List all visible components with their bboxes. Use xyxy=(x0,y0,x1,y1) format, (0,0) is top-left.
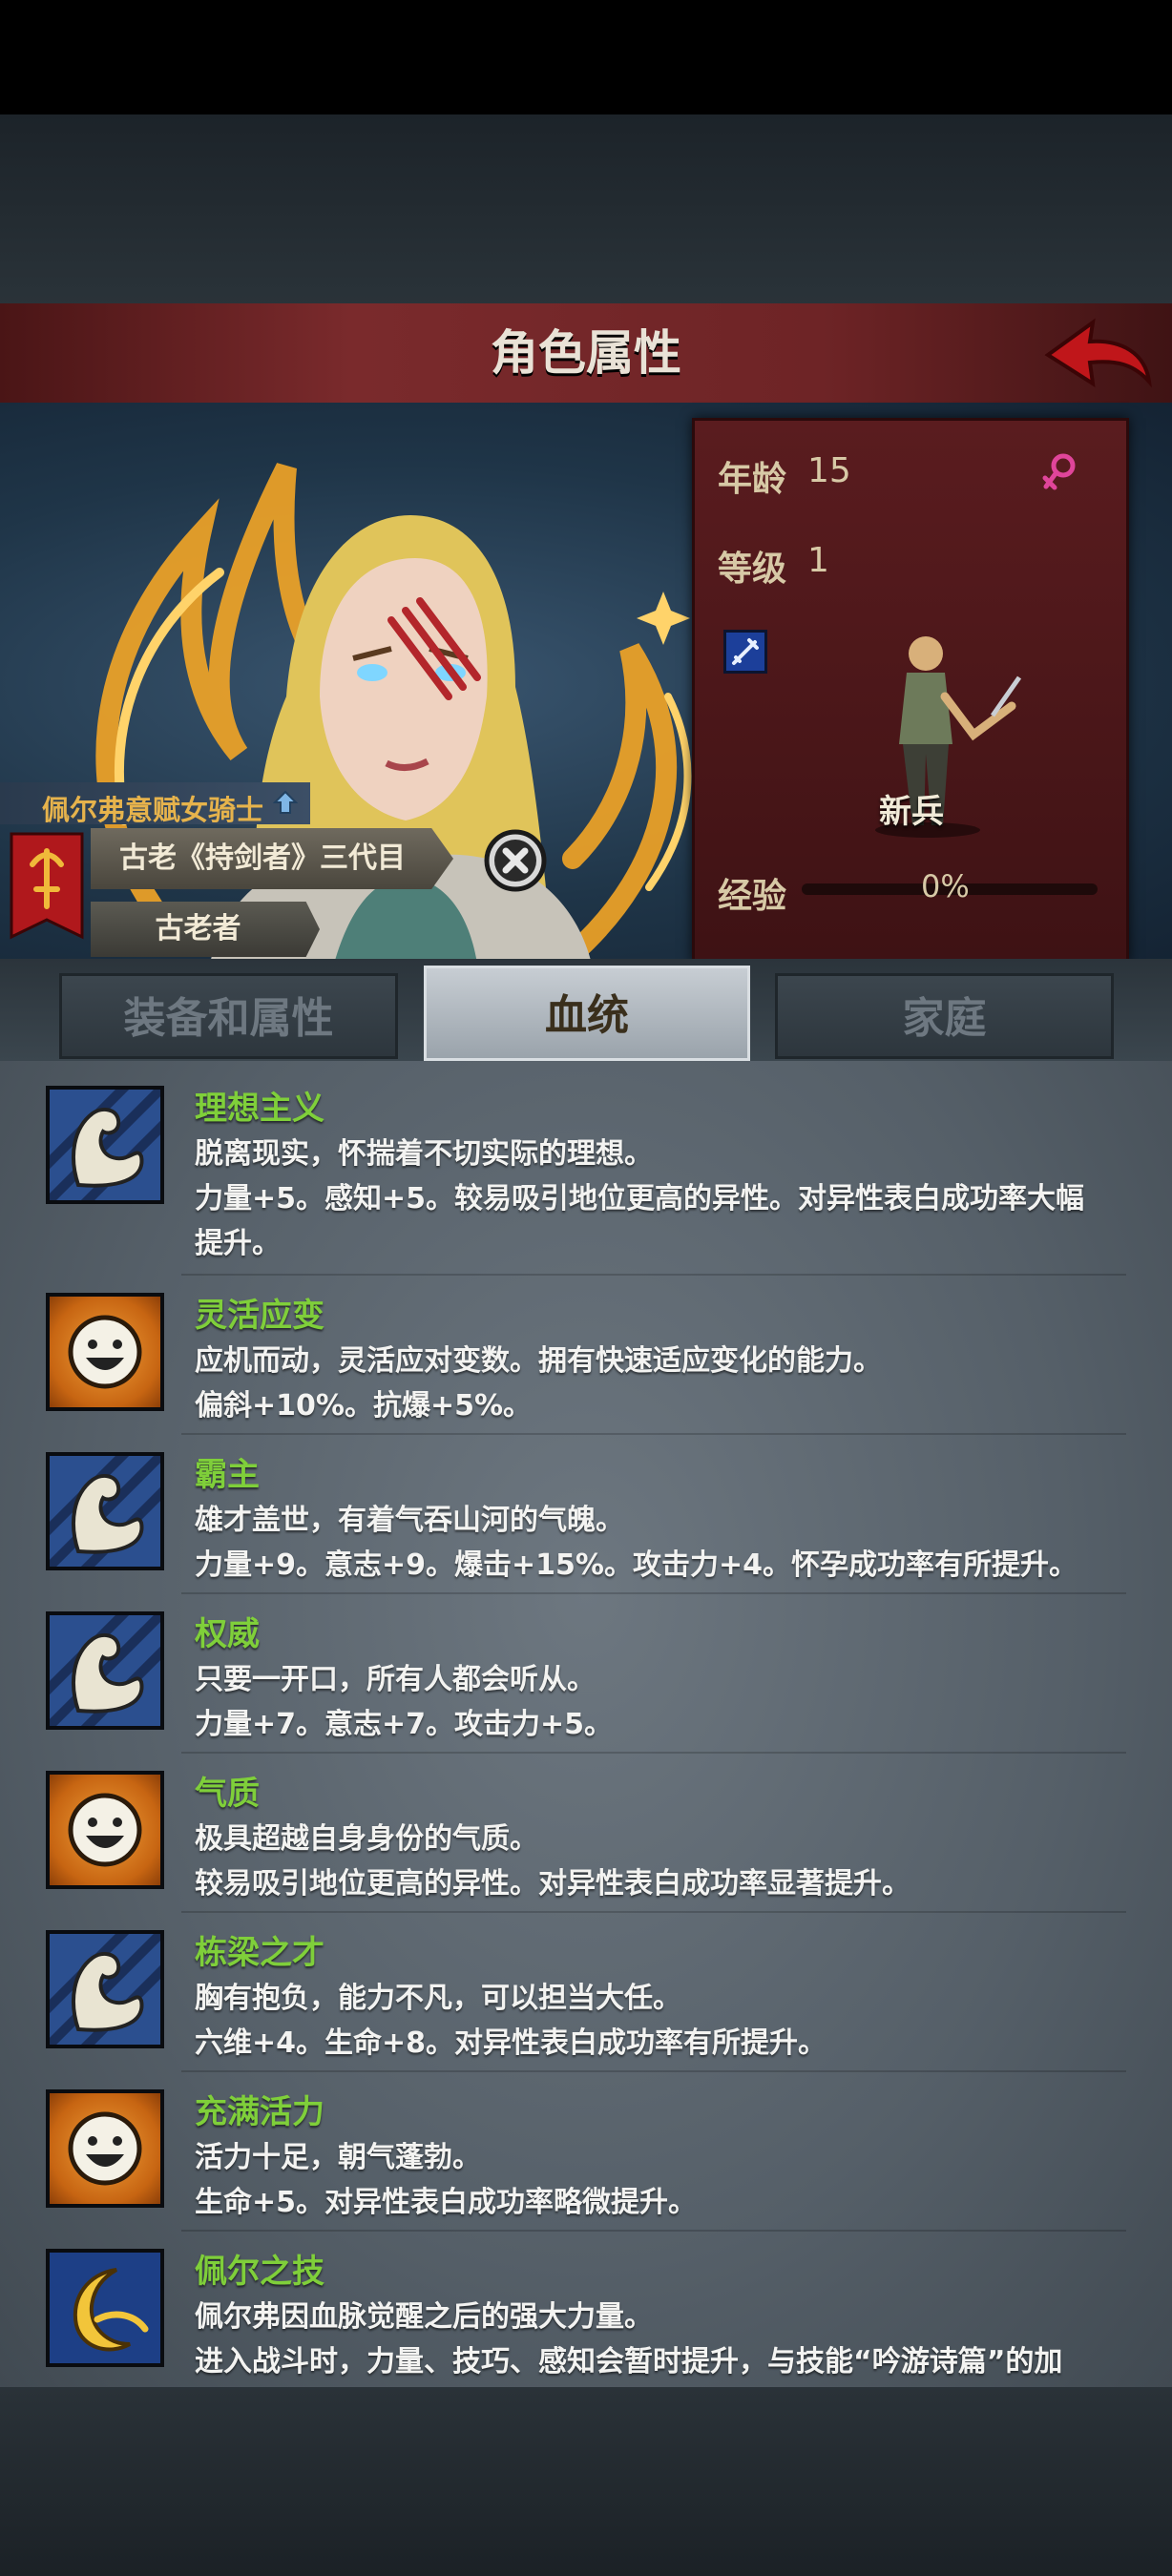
trait-description-line: 提升。 xyxy=(195,1227,281,1260)
bottom-bar xyxy=(0,2387,1172,2576)
female-symbol-icon xyxy=(1042,453,1076,490)
flexed-arm-icon xyxy=(27,1911,183,2067)
character-title: 古老《持剑者》三代目 xyxy=(119,841,406,875)
trait-description-line: 应机而动，灵活应对变数。拥有快速适应变化的能力。 xyxy=(195,1344,882,1378)
trait-divider xyxy=(181,2230,1126,2232)
trait-divider xyxy=(181,1911,1126,1913)
trait-name: 霸主 xyxy=(195,1456,260,1494)
trait-description-line: 雄才盖世，有着气吞山河的气魄。 xyxy=(195,1504,624,1537)
trait-description-line: 力量+7。意志+7。攻击力+5。 xyxy=(195,1708,614,1741)
exp-value: 0% xyxy=(921,868,970,904)
trait-description-line: 胸有抱负，能力不凡，可以担当大任。 xyxy=(195,1982,681,2015)
close-circle-icon[interactable] xyxy=(483,828,548,893)
trait-description-line: 只要一开口，所有人都会听从。 xyxy=(195,1663,596,1696)
trait-description-line: 进入战斗时，力量、技巧、感知会暂时提升，与技能“吟游诗篇”的加 xyxy=(195,2345,1063,2379)
trait-divider xyxy=(181,1592,1126,1594)
exp-label: 经验 xyxy=(718,877,787,916)
tab-equipment-attributes[interactable]: 装备和属性 xyxy=(59,973,398,1059)
trait-description-line: 六维+4。生命+8。对异性表白成功率有所提升。 xyxy=(195,2026,827,2060)
rank-up-icon xyxy=(273,790,298,814)
tab-family[interactable]: 家庭 xyxy=(775,973,1114,1059)
trait-description-line: 偏斜+10%。抗爆+5%。 xyxy=(195,1389,533,1423)
level-value: 1 xyxy=(807,541,829,580)
flexed-arm-icon xyxy=(27,1067,183,1223)
trait-divider xyxy=(181,2070,1126,2072)
age-label: 年龄 xyxy=(718,460,787,499)
rank-label: 新兵 xyxy=(879,793,944,831)
trait-divider xyxy=(181,1752,1126,1754)
trait-divider xyxy=(181,1433,1126,1435)
trait-name: 佩尔之技 xyxy=(195,2253,324,2291)
title-bar: 角色属性 xyxy=(0,303,1172,406)
tab-bloodline[interactable]: 血统 xyxy=(424,966,750,1061)
level-label: 等级 xyxy=(718,550,787,589)
age-value: 15 xyxy=(807,451,851,490)
trait-description-line: 力量+9。意志+9。爆击+15%。攻击力+4。怀孕成功率有所提升。 xyxy=(195,1548,1078,1582)
trait-description-line: 生命+5。对异性表白成功率略微提升。 xyxy=(195,2186,698,2219)
trait-description-line: 极具超越自身身份的气质。 xyxy=(195,1822,538,1856)
trait-description-line: 力量+5。感知+5。较易吸引地位更高的异性。对异性表白成功率大幅 xyxy=(195,1182,1085,1215)
status-bar-area xyxy=(0,0,1172,114)
trait-name: 权威 xyxy=(195,1615,260,1653)
flexed-arm-icon xyxy=(27,1592,183,1749)
family-banner-icon[interactable] xyxy=(10,832,84,942)
trait-divider xyxy=(181,1274,1126,1276)
crescent-moon-icon xyxy=(46,2249,164,2367)
sword-class-icon[interactable] xyxy=(723,630,767,674)
page-title: 角色属性 xyxy=(491,325,681,381)
flexed-arm-icon xyxy=(27,1433,183,1589)
smiley-face-icon xyxy=(46,2089,164,2208)
trait-name: 栋梁之才 xyxy=(195,1934,324,1972)
character-name: 佩尔弗意赋女骑士 xyxy=(42,794,264,826)
top-backdrop xyxy=(0,114,1172,305)
smiley-face-icon xyxy=(46,1771,164,1889)
trait-description-line: 活力十足，朝气蓬勃。 xyxy=(195,2141,481,2174)
trait-description-line: 脱离现实，怀揣着不切实际的理想。 xyxy=(195,1137,653,1171)
trait-name: 充满活力 xyxy=(195,2093,324,2131)
trait-name: 理想主义 xyxy=(195,1090,324,1128)
trait-description-line: 较易吸引地位更高的异性。对异性表白成功率显著提升。 xyxy=(195,1867,910,1901)
trait-description-line: 佩尔弗因血脉觉醒之后的强大力量。 xyxy=(195,2300,653,2334)
character-subtitle: 古老者 xyxy=(155,912,241,945)
trait-name: 灵活应变 xyxy=(195,1297,324,1335)
trait-name: 气质 xyxy=(195,1775,260,1813)
smiley-face-icon xyxy=(46,1293,164,1411)
back-arrow-icon[interactable] xyxy=(1040,315,1155,396)
